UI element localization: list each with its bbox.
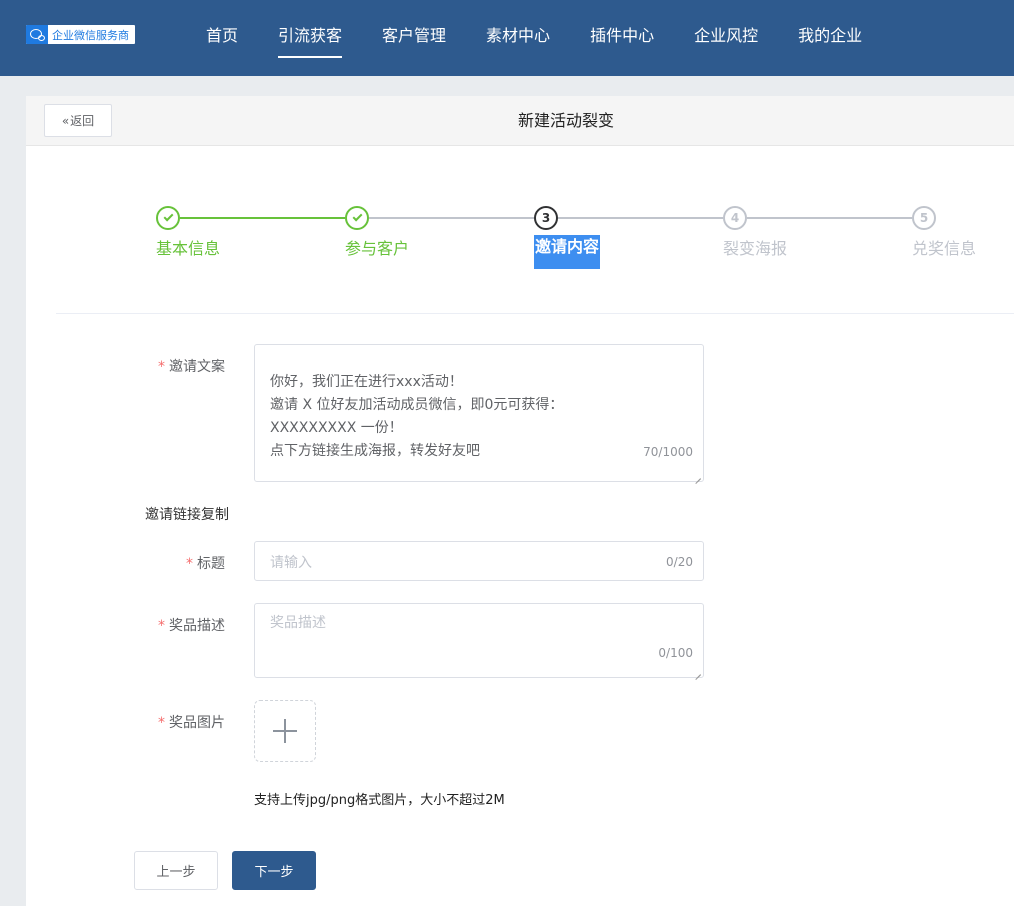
required-asterisk: * [158,715,165,731]
double-chevron-left-icon: « [61,113,70,128]
chat-bubble-icon [26,25,48,44]
invite-text-textarea[interactable]: 你好，我们正在进行xxx活动！ 邀请 X 位好友加活动成员微信，即0元可获得： … [254,344,704,482]
divider [56,313,1014,314]
step-label: 兑奖信息 [912,239,977,258]
invite-text-line: XXXXXXXXX 一份！ [270,420,403,436]
nav-item-home[interactable]: 首页 [206,0,238,76]
required-asterisk: * [158,359,165,375]
step-number: 4 [723,206,747,230]
main-card: 新建活动裂变 « 返回 基本信息 参与客户 3 邀请内容 4 裂变海报 5 兑奖 [26,96,1014,906]
step-progress: 基本信息 参与客户 3 邀请内容 4 裂变海报 5 兑奖信息 [26,206,1014,276]
page-title: 新建活动裂变 [517,111,614,130]
resize-handle-icon[interactable] [694,668,702,676]
back-button[interactable]: « 返回 [44,104,112,137]
char-counter: 0/100 [658,646,693,660]
plus-icon [273,719,297,743]
nav-item-lead-generation[interactable]: 引流获客 [278,0,343,76]
char-counter: 0/20 [666,555,693,569]
nav-item-risk-control[interactable]: 企业风控 [694,0,758,76]
invite-link-section-title: 邀请链接复制 [145,507,229,523]
prize-desc-placeholder: 奖品描述 [270,615,326,631]
brand-logo-text: 企业微信服务商 [52,28,129,42]
brand-logo[interactable]: 企业微信服务商 [26,25,135,44]
main-nav: 首页 引流获客 客户管理 素材中心 插件中心 企业风控 我的企业 [206,0,902,76]
prize-desc-label: * 奖品描述 [158,618,225,634]
invite-text-label: * 邀请文案 [158,359,225,375]
step-number: 5 [912,206,936,230]
check-icon [345,206,369,230]
step-label: 基本信息 [156,239,221,258]
top-navbar: 企业微信服务商 首页 引流获客 客户管理 素材中心 插件中心 企业风控 我的企业 [0,0,1014,76]
nav-item-plugin-center[interactable]: 插件中心 [590,0,654,76]
prize-image-label: * 奖品图片 [158,715,225,731]
prize-image-uploader[interactable] [254,700,316,762]
step-label: 裂变海报 [723,239,788,258]
nav-item-material-center[interactable]: 素材中心 [486,0,550,76]
nav-item-customer-management[interactable]: 客户管理 [382,0,446,76]
prev-step-button[interactable]: 上一步 [134,851,218,890]
step-number: 3 [534,206,558,230]
title-placeholder: 请输入 [270,555,312,571]
next-step-button[interactable]: 下一步 [232,851,316,890]
nav-item-my-company[interactable]: 我的企业 [798,0,862,76]
required-asterisk: * [158,618,165,634]
check-icon [156,206,180,230]
title-input[interactable]: 请输入 0/20 [254,541,704,581]
title-label: * 标题 [186,556,225,572]
step-connector-1 [180,217,345,219]
card-header: 新建活动裂变 « 返回 [26,96,1014,146]
char-counter: 70/1000 [643,445,693,459]
step-label: 邀请内容 [534,235,601,269]
upload-hint: 支持上传jpg/png格式图片，大小不超过2M [254,793,505,808]
invite-text-line: 邀请 X 位好友加活动成员微信，即0元可获得： [270,397,564,413]
back-button-label: 返回 [70,114,95,128]
step-label: 参与客户 [345,239,410,258]
prize-desc-textarea[interactable]: 奖品描述 0/100 [254,603,704,678]
required-asterisk: * [186,556,193,572]
step-connector-3 [558,217,723,219]
invite-text-line: 点下方链接生成海报，转发好友吧 [270,443,480,459]
resize-handle-icon[interactable] [694,472,702,480]
step-connector-4 [747,217,912,219]
step-connector-2 [369,217,534,219]
invite-text-line: 你好，我们正在进行xxx活动！ [270,374,463,390]
